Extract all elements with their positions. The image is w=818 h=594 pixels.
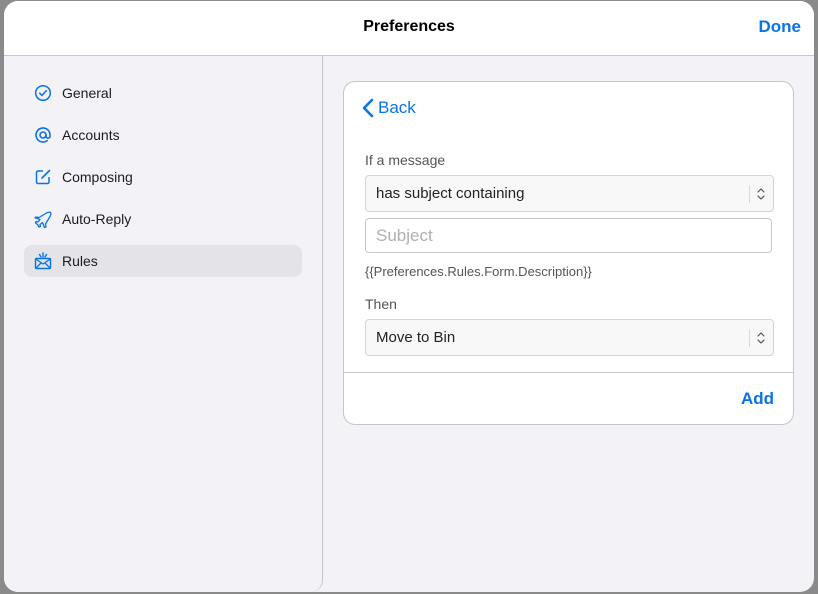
compose-icon [33,167,53,187]
sidebar-item-rules[interactable]: Rules [24,245,302,277]
condition-value: has subject containing [376,185,525,202]
checkmark-circle-icon [33,83,53,103]
back-label: Back [378,98,416,117]
action-value: Move to Bin [376,329,456,346]
at-icon [33,125,53,145]
sidebar-item-auto-reply[interactable]: Auto-Reply [24,203,302,235]
condition-select[interactable]: has subject containing [365,175,774,212]
preferences-sidebar: General Accounts Composing Auto-Reply Ru… [4,56,323,592]
preferences-dialog: Preferences Done General Accounts Compos… [4,1,814,592]
sidebar-item-general[interactable]: General [24,77,302,109]
subject-input[interactable] [365,218,772,253]
sidebar-item-label: Auto-Reply [62,211,132,227]
rule-description: {{Preferences.Rules.Form.Description}} [365,264,592,279]
done-button[interactable]: Done [759,17,802,37]
sidebar-item-composing[interactable]: Composing [24,161,302,193]
rules-content: Back If a message has subject containing… [323,56,814,592]
select-separator [749,328,750,347]
chevron-up-down-icon [756,330,766,346]
rule-form-card: Back If a message has subject containing… [343,81,794,425]
dialog-title: Preferences [363,18,455,35]
add-rule-button[interactable]: Add [741,389,774,409]
dialog-header: Preferences Done [4,1,814,56]
sidebar-item-label: General [62,85,112,101]
chevron-left-icon [362,98,374,118]
airplane-icon [33,209,53,229]
mail-rules-icon [33,251,53,271]
sidebar-item-accounts[interactable]: Accounts [24,119,302,151]
condition-label: If a message [365,152,446,168]
back-button[interactable]: Back [362,98,416,118]
sidebar-item-label: Rules [62,253,98,269]
chevron-up-down-icon [756,186,766,202]
sidebar-item-label: Accounts [62,127,120,143]
sidebar-item-label: Composing [62,169,133,185]
card-divider [344,372,793,373]
action-label: Then [365,296,397,312]
select-separator [749,184,750,203]
action-select[interactable]: Move to Bin [365,319,774,356]
